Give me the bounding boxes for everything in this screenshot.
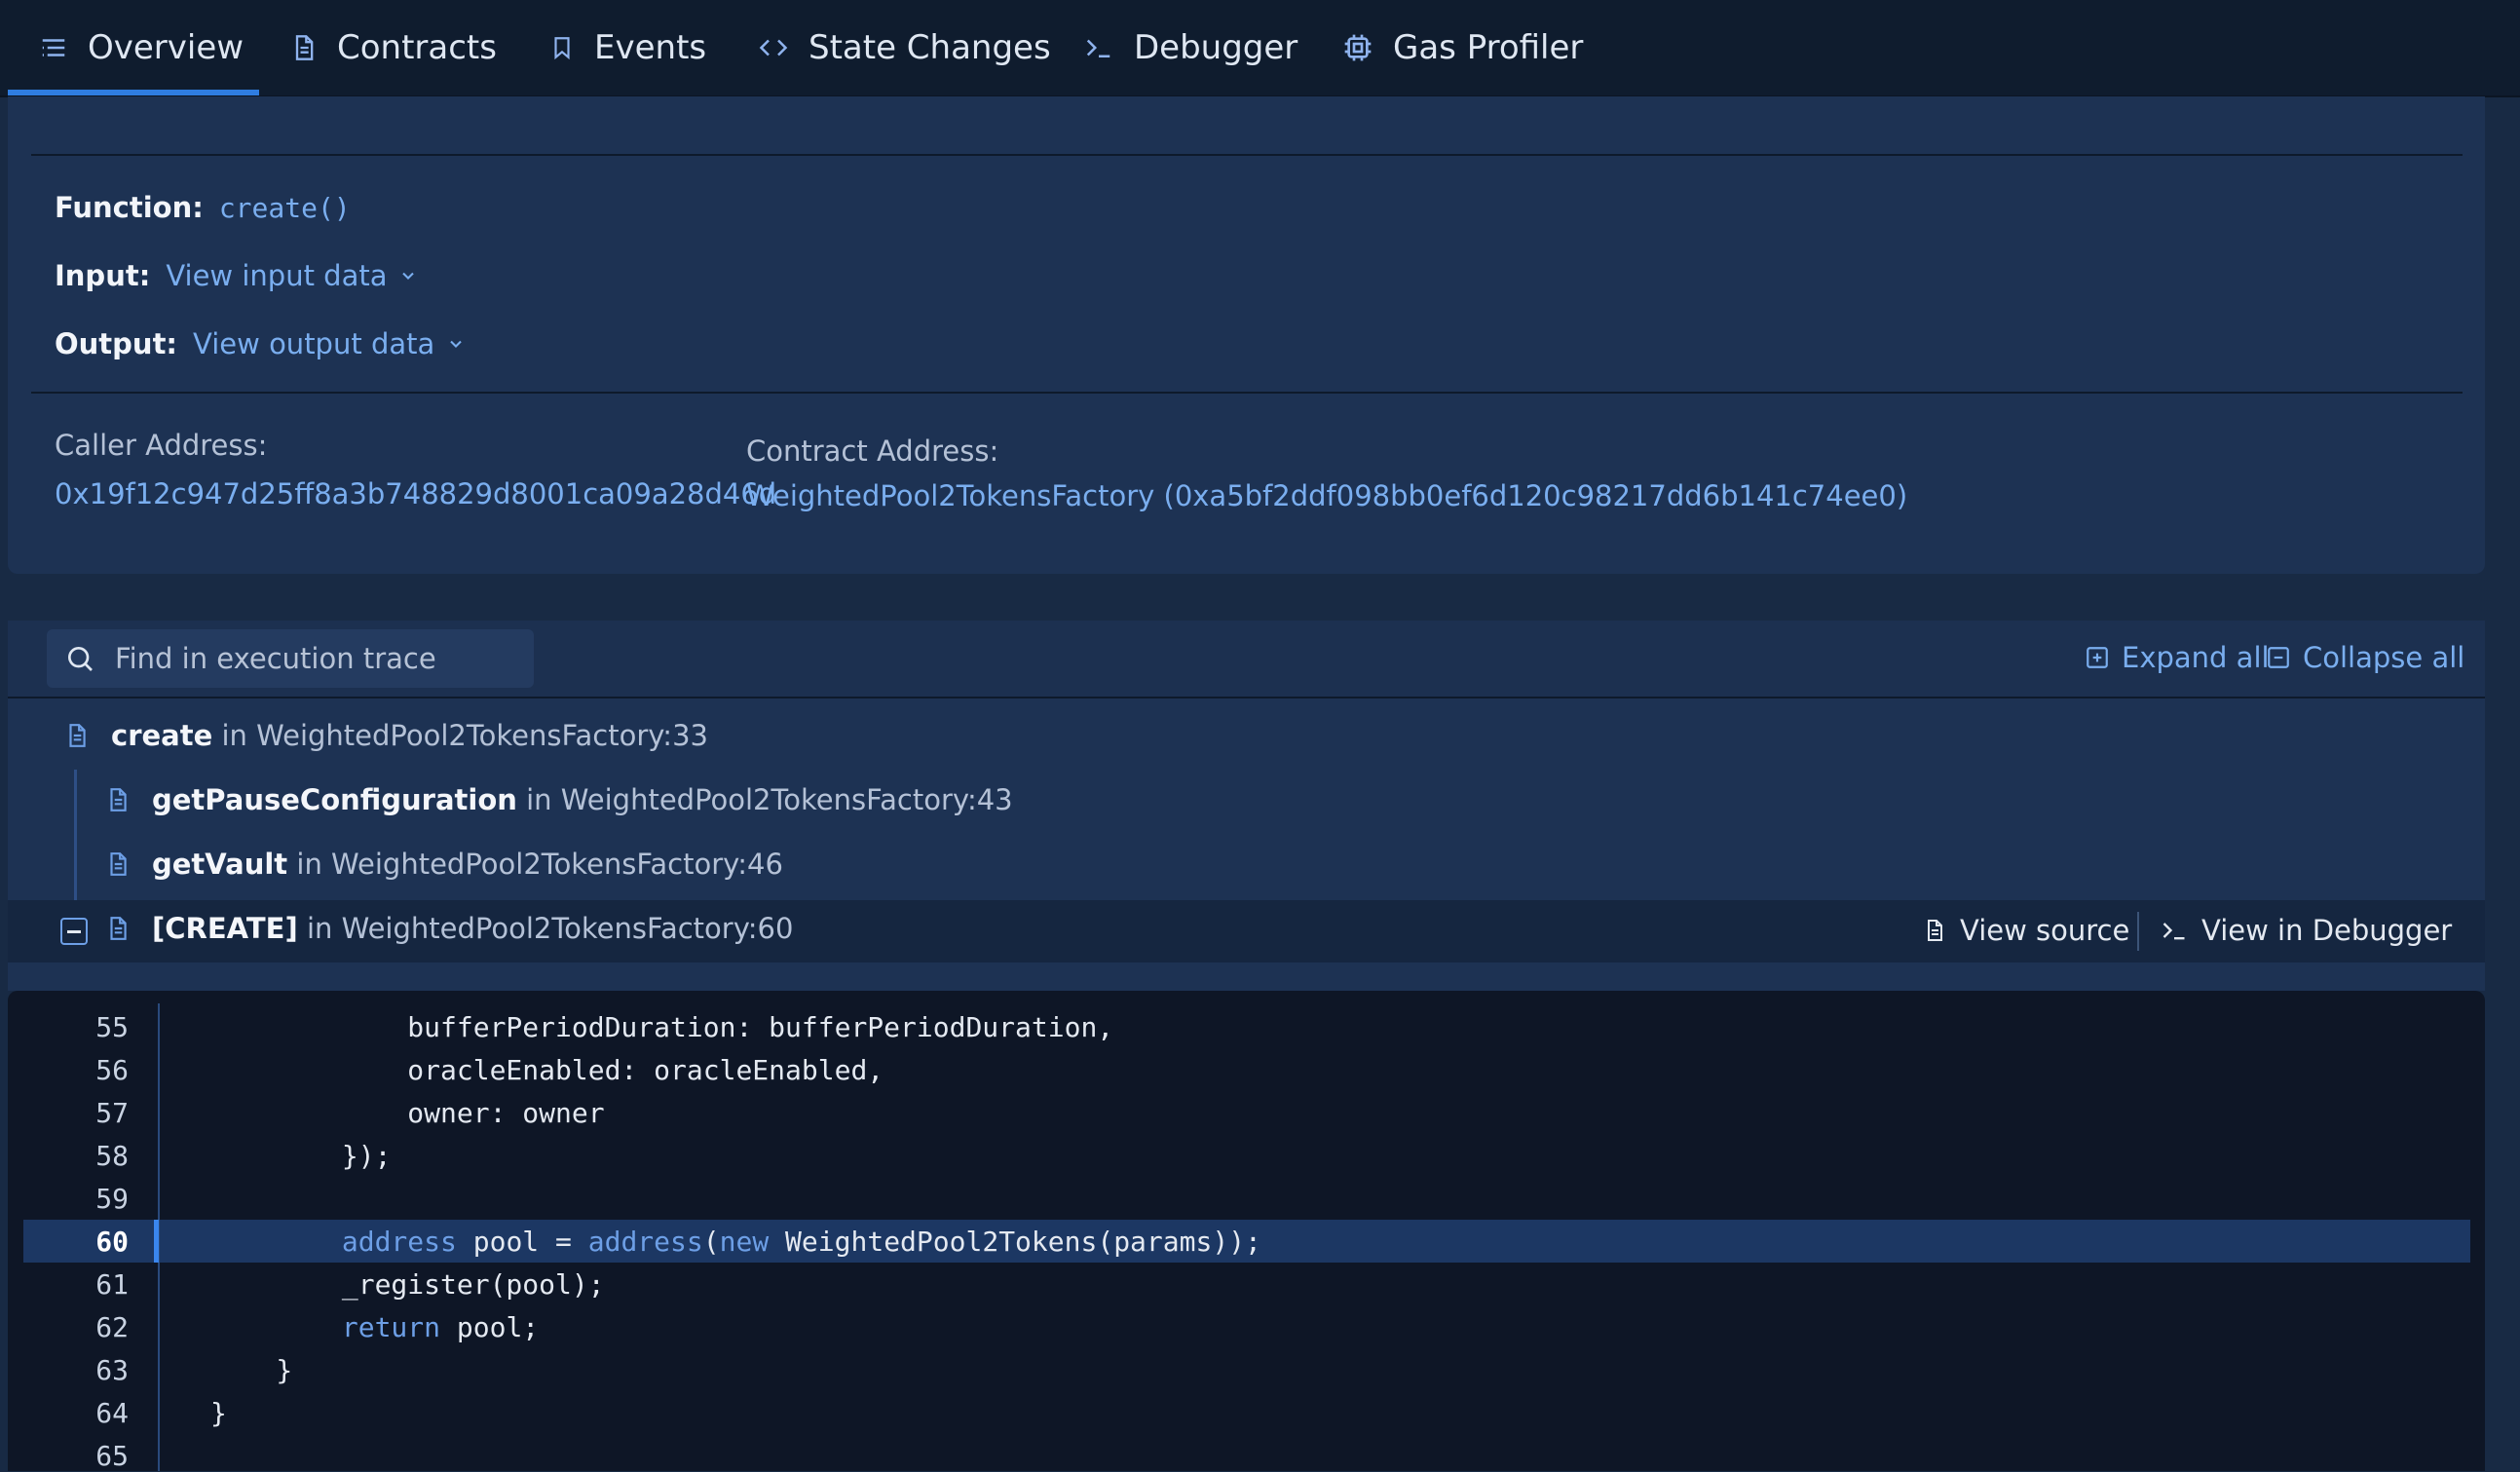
tab-label: Overview (88, 28, 244, 67)
chevron-down-icon (402, 272, 415, 280)
view-in-debugger-label: View in Debugger (2201, 914, 2453, 947)
code-line: } (210, 1397, 227, 1429)
view-input-link[interactable]: View input data (166, 259, 418, 292)
trace-fn: getVault (152, 848, 288, 881)
collapse-toggle-icon[interactable] (60, 918, 88, 945)
line-number: 56 (95, 1054, 129, 1086)
terminal-icon (1083, 33, 1114, 62)
caller-address-link[interactable]: 0x19f12c947d25ff8a3b748829d8001ca09a28d4… (55, 477, 776, 510)
output-label: Output: (55, 327, 178, 360)
function-row: Function: create() (55, 191, 351, 224)
code-line: return pool; (341, 1311, 540, 1343)
tab-label: Events (594, 28, 707, 67)
tab-label: State Changes (809, 28, 1051, 67)
trace-fn: [CREATE] (152, 912, 298, 945)
output-row: Output: View output data (55, 327, 466, 360)
collapse-all-label: Collapse all (2303, 641, 2465, 674)
trace-location: in WeightedPool2TokensFactory:33 (221, 719, 708, 752)
line-number: 59 (95, 1183, 129, 1215)
expand-all-label: Expand all (2122, 641, 2270, 674)
line-number: 62 (95, 1311, 129, 1343)
line-number: 63 (95, 1354, 129, 1386)
tab-overview[interactable]: Overview (39, 0, 244, 95)
input-row: Input: View input data (55, 259, 418, 292)
trace-row-getvault[interactable]: getVault in WeightedPool2TokensFactory:4… (105, 848, 783, 881)
file-icon (69, 724, 86, 747)
code-line: oracleEnabled: oracleEnabled, (210, 1054, 884, 1086)
current-line-marker (154, 1220, 159, 1263)
separator (2137, 912, 2139, 951)
trace-search[interactable] (47, 629, 534, 688)
trace-location: in WeightedPool2TokensFactory:43 (526, 783, 1013, 816)
trace-fn: create (111, 719, 213, 752)
search-icon (64, 643, 95, 674)
line-number: 64 (95, 1397, 129, 1429)
file-icon (110, 852, 127, 876)
terminal-icon (2163, 923, 2185, 940)
trace-location: in WeightedPool2TokensFactory:60 (306, 912, 794, 945)
search-input[interactable] (113, 641, 507, 676)
file-icon (110, 788, 127, 811)
function-value: create() (218, 191, 351, 224)
caller-address-label: Caller Address: (55, 429, 268, 462)
chevron-down-icon (450, 340, 463, 348)
trace-row-create-call[interactable]: [CREATE] in WeightedPool2TokensFactory:6… (105, 912, 793, 945)
view-input-text: View input data (166, 259, 388, 292)
tab-contracts[interactable]: Contracts (290, 0, 497, 95)
function-label: Function: (55, 191, 204, 224)
minus-square-icon (2268, 647, 2289, 668)
contract-address-link[interactable]: WeightedPool2TokensFactory (0xa5bf2ddf09… (746, 479, 1907, 512)
view-output-text: View output data (193, 327, 435, 360)
trace-location: in WeightedPool2TokensFactory:46 (296, 848, 783, 881)
tree-line (74, 770, 77, 900)
code-line: bufferPeriodDuration: bufferPeriodDurati… (210, 1011, 1114, 1043)
file-icon (290, 32, 318, 63)
trace-fn: getPauseConfiguration (152, 783, 517, 816)
tab-state-changes[interactable]: State Changes (758, 0, 1051, 95)
list-icon (39, 33, 68, 62)
tab-label: Debugger (1134, 28, 1298, 67)
expand-all-button[interactable]: Expand all (2085, 641, 2270, 674)
code-line: owner: owner (210, 1097, 605, 1129)
line-number: 55 (95, 1011, 129, 1043)
active-tab-indicator (8, 90, 259, 95)
tab-gas-profiler[interactable]: Gas Profiler (1342, 0, 1583, 95)
code-line: } (210, 1354, 293, 1386)
divider (31, 392, 2463, 394)
code-icon (758, 33, 789, 62)
line-number: 58 (95, 1140, 129, 1172)
tab-events[interactable]: Events (549, 0, 706, 95)
line-number: 65 (95, 1440, 129, 1472)
trace-row-create[interactable]: create in WeightedPool2TokensFactory:33 (64, 719, 708, 752)
plus-square-icon (2087, 647, 2108, 668)
line-number-current: 60 (95, 1226, 129, 1258)
tab-label: Contracts (337, 28, 497, 67)
input-label: Input: (55, 259, 151, 292)
trace-row-getpauseconfiguration[interactable]: getPauseConfiguration in WeightedPool2To… (105, 783, 1013, 816)
contract-address-label: Contract Address: (746, 434, 999, 468)
collapse-all-button[interactable]: Collapse all (2266, 641, 2464, 674)
chip-icon (1342, 32, 1373, 63)
code-line-current: address pool = address(new WeightedPool2… (341, 1226, 1261, 1258)
tab-debugger[interactable]: Debugger (1083, 0, 1298, 95)
view-output-link[interactable]: View output data (193, 327, 466, 360)
divider (31, 154, 2463, 156)
file-icon (110, 917, 127, 940)
tab-label: Gas Profiler (1393, 28, 1584, 67)
code-line: }); (210, 1140, 392, 1172)
line-number: 57 (95, 1097, 129, 1129)
view-in-debugger-button[interactable]: View in Debugger (2161, 914, 2452, 947)
bookmark-icon (549, 33, 575, 62)
view-source-label: View source (1960, 914, 2130, 947)
code-line: _register(pool); (210, 1268, 605, 1301)
line-number: 61 (95, 1268, 129, 1301)
view-source-button[interactable]: View source (1923, 914, 2129, 947)
file-icon (1928, 920, 1942, 941)
